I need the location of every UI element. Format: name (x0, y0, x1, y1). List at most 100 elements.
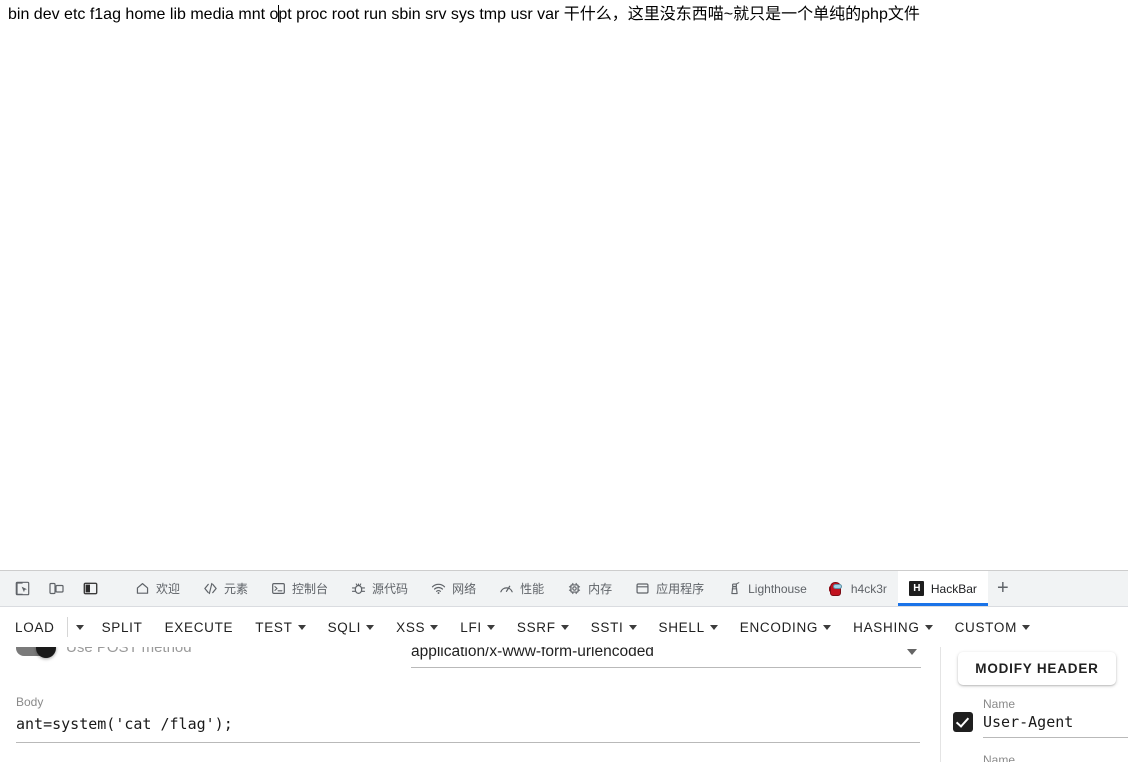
button-label: SQLI (327, 619, 362, 635)
hackbar-toolbar: LOAD SPLIT EXECUTE TEST SQLI XSS LFI SSR… (0, 607, 1128, 647)
code-brackets-icon (202, 581, 218, 597)
chevron-down-icon (297, 624, 306, 630)
sqli-menu-button[interactable]: SQLI (317, 612, 386, 642)
add-panel-button[interactable]: + (988, 571, 1018, 606)
load-divider (66, 617, 68, 637)
test-menu-button[interactable]: TEST (244, 612, 316, 642)
tab-label: 网络 (452, 582, 477, 596)
dock-side-icon[interactable] (76, 575, 104, 603)
ssti-menu-button[interactable]: SSTI (580, 612, 648, 642)
chevron-down-icon (628, 624, 637, 630)
application-window-icon (634, 581, 650, 597)
button-label: ENCODING (739, 619, 819, 635)
bug-icon (350, 581, 366, 597)
tab-console[interactable]: 控制台 (259, 571, 339, 606)
button-label: CUSTOM (954, 619, 1018, 635)
chevron-down-icon (924, 624, 933, 630)
xss-menu-button[interactable]: XSS (385, 612, 449, 642)
encoding-menu-button[interactable]: ENCODING (729, 612, 842, 642)
tab-label: 源代码 (372, 582, 409, 596)
header-row: Name User-Agent (953, 695, 1128, 738)
ssrf-menu-button[interactable]: SSRF (506, 612, 580, 642)
use-post-method-toggle[interactable] (16, 647, 56, 658)
chevron-down-icon (560, 624, 569, 630)
content-type-select[interactable]: application/x-www-form-urlencoded (411, 647, 921, 668)
split-button[interactable]: SPLIT (91, 612, 154, 642)
custom-menu-button[interactable]: CUSTOM (944, 612, 1041, 642)
inspect-element-icon[interactable] (8, 575, 36, 603)
tab-label: HackBar (930, 581, 977, 596)
modify-header-button[interactable]: MODIFY HEADER (958, 652, 1116, 685)
post-method-row: Use POST method (16, 647, 192, 658)
button-label: LFI (460, 619, 482, 635)
request-body-label: Body (16, 695, 44, 709)
chevron-down-icon (366, 624, 375, 630)
devtools-tab-list: 欢迎 元素 控制台 源代码 网络 性能 内存 应用程序 Lighthouse h… (123, 571, 1128, 606)
hackbar-headers-section: MODIFY HEADER Name User-Agent Name (940, 647, 1128, 762)
use-post-method-label: Use POST method (66, 647, 192, 656)
shell-menu-button[interactable]: SHELL (648, 612, 729, 642)
header-name-field: Name User-Agent (983, 695, 1128, 738)
tab-hackbar[interactable]: H HackBar (897, 571, 988, 606)
hackbar-body: Use POST method application/x-www-form-u… (0, 647, 1128, 762)
tab-elements[interactable]: 元素 (191, 571, 259, 606)
toggle-knob (36, 647, 56, 658)
execute-button[interactable]: EXECUTE (154, 612, 245, 642)
devtools-panel: 欢迎 元素 控制台 源代码 网络 性能 内存 应用程序 Lighthouse h… (0, 570, 1128, 762)
button-label: HASHING (853, 619, 920, 635)
tab-label: 应用程序 (656, 582, 705, 596)
header-name-label: Name (983, 697, 1016, 711)
load-button-group: LOAD (4, 612, 91, 642)
header-enabled-checkbox[interactable] (953, 712, 973, 732)
tab-label: 控制台 (292, 582, 329, 596)
tab-performance[interactable]: 性能 (487, 571, 555, 606)
button-label: SSTI (590, 619, 624, 635)
tab-sources[interactable]: 源代码 (339, 571, 419, 606)
content-type-value: application/x-www-form-urlencoded (411, 647, 654, 660)
hackbar-h-icon: H (909, 581, 925, 597)
header-name-label-empty: Name (983, 753, 1016, 762)
chevron-down-icon (823, 624, 832, 630)
amongus-crewmate-icon (829, 581, 845, 597)
button-label: TEST (255, 619, 293, 635)
tab-memory[interactable]: 内存 (555, 571, 623, 606)
home-icon (134, 581, 150, 597)
load-dropdown-button[interactable] (69, 612, 91, 642)
tab-application[interactable]: 应用程序 (623, 571, 715, 606)
chevron-down-icon (709, 624, 718, 630)
chevron-down-icon (907, 649, 917, 655)
tab-lighthouse[interactable]: Lighthouse (715, 571, 818, 606)
console-prompt-icon (270, 581, 286, 597)
tab-label: Lighthouse (748, 581, 807, 596)
button-label: SHELL (658, 619, 705, 635)
header-name-input[interactable]: User-Agent (983, 713, 1128, 738)
request-body-input[interactable]: ant=system('cat /flag'); (16, 715, 920, 743)
tab-label: h4ck3r (850, 581, 887, 596)
chevron-down-icon (1022, 624, 1031, 630)
tab-label: 内存 (588, 582, 613, 596)
php-output-suffix: pt proc root run sbin srv sys tmp usr va… (278, 6, 920, 23)
page-viewport: bin dev etc f1ag home lib media mnt opt … (0, 0, 1128, 570)
button-label: XSS (396, 619, 426, 635)
devtools-tabstrip: 欢迎 元素 控制台 源代码 网络 性能 内存 应用程序 Lighthouse h… (0, 571, 1128, 607)
content-type-value-row[interactable]: application/x-www-form-urlencoded (411, 647, 921, 668)
tab-label: 欢迎 (156, 582, 181, 596)
chevron-down-icon (75, 624, 84, 630)
lighthouse-icon (726, 581, 742, 597)
performance-gauge-icon (498, 581, 514, 597)
memory-chip-icon (566, 581, 582, 597)
php-output-prefix: bin dev etc f1ag home lib media mnt o (8, 6, 279, 23)
tab-welcome[interactable]: 欢迎 (123, 571, 191, 606)
hashing-menu-button[interactable]: HASHING (842, 612, 943, 642)
chevron-down-icon (430, 624, 439, 630)
lfi-menu-button[interactable]: LFI (449, 612, 506, 642)
tab-label: 性能 (520, 582, 545, 596)
php-output-text: bin dev etc f1ag home lib media mnt opt … (8, 5, 920, 25)
devtools-tool-icons (0, 571, 123, 606)
tab-h4ck3r[interactable]: h4ck3r (818, 571, 898, 606)
device-toolbar-icon[interactable] (42, 575, 70, 603)
tab-network[interactable]: 网络 (419, 571, 487, 606)
hackbar-request-section: Use POST method application/x-www-form-u… (0, 647, 940, 762)
chevron-down-icon (486, 624, 495, 630)
load-button[interactable]: LOAD (4, 612, 66, 642)
